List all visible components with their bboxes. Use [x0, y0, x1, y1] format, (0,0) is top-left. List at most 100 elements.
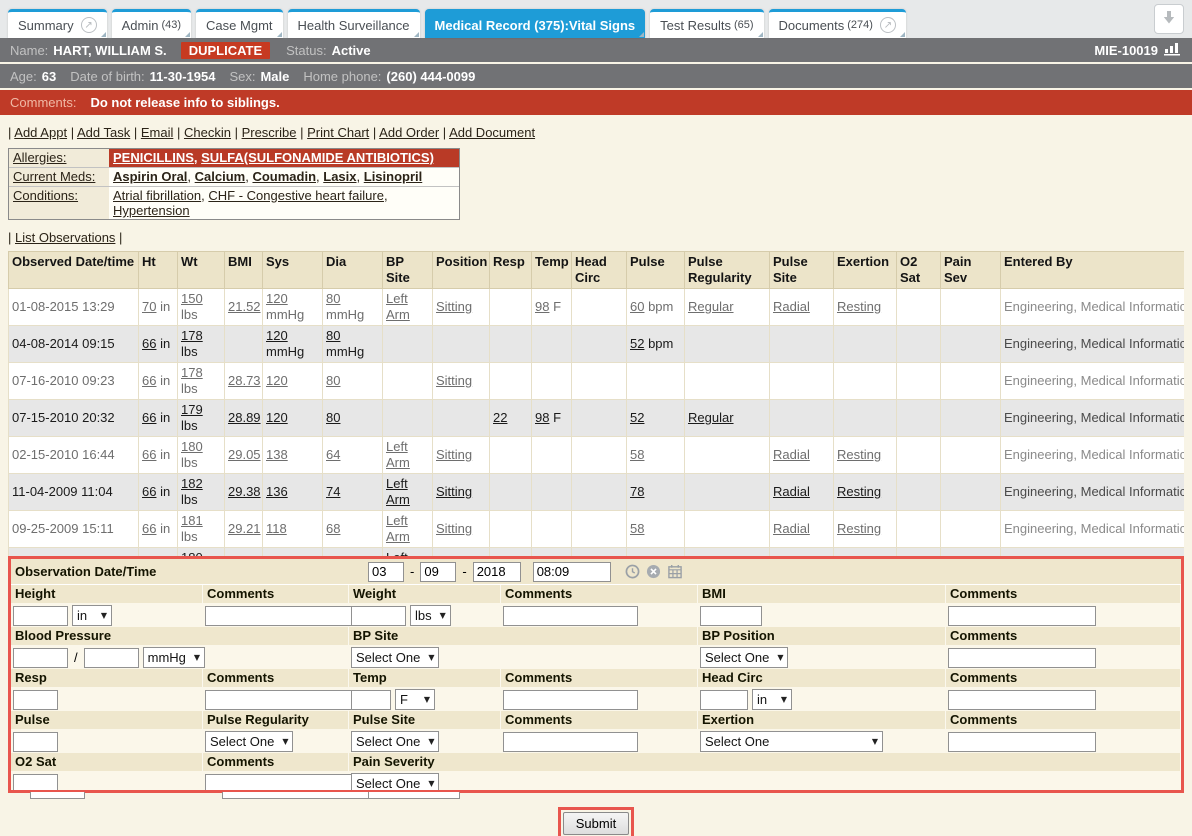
pain-severity-select-clipped[interactable] [368, 792, 460, 799]
dia-link[interactable]: 80 [326, 328, 340, 343]
tab-health-surveillance[interactable]: Health Surveillance [288, 9, 420, 38]
ht-link[interactable]: 70 [142, 299, 156, 314]
pulse-link[interactable]: 52 [630, 336, 644, 351]
pulse-comments-input[interactable] [503, 732, 638, 752]
dia-link[interactable]: 74 [326, 484, 340, 499]
summary-item-lasix[interactable]: Lasix [323, 169, 356, 184]
summary-item-lisinopril[interactable]: Lisinopril [364, 169, 423, 184]
weight-comments-input[interactable] [503, 606, 638, 626]
date-month-input[interactable] [368, 562, 404, 582]
position-link[interactable]: Sitting [436, 299, 472, 314]
dia-link[interactable]: 80 [326, 373, 340, 388]
bp-site-link[interactable]: Left Arm [386, 513, 410, 544]
action-link-add-task[interactable]: Add Task [77, 125, 130, 140]
calendar-icon[interactable] [667, 564, 683, 579]
tab-admin[interactable]: Admin(43) [112, 9, 191, 38]
pulse-site-link[interactable]: Radial [773, 447, 810, 462]
sys-link[interactable]: 120 [266, 291, 288, 306]
action-link-add-order[interactable]: Add Order [379, 125, 439, 140]
height-input[interactable] [13, 606, 68, 626]
summary-item-hypertension[interactable]: Hypertension [113, 203, 190, 218]
bp-site-link[interactable]: Left Arm [386, 550, 410, 556]
summary-item-calcium[interactable]: Calcium [195, 169, 246, 184]
position-link[interactable]: Sitting [436, 373, 472, 388]
bp-systolic-input[interactable] [13, 648, 68, 668]
weight-unit-select[interactable]: lbs▼ [410, 605, 451, 626]
bmi-link[interactable]: 28.73 [228, 373, 261, 388]
action-link-print-chart[interactable]: Print Chart [307, 125, 369, 140]
exertion-comments-input[interactable] [948, 732, 1096, 752]
date-year-input[interactable] [473, 562, 521, 582]
action-link-checkin[interactable]: Checkin [184, 125, 231, 140]
sys-link[interactable]: 136 [266, 484, 288, 499]
head-circ-comments-input[interactable] [948, 690, 1096, 710]
pulse-link[interactable]: 52 [630, 410, 644, 425]
bmi-link[interactable]: 29.38 [228, 484, 261, 499]
sys-link[interactable]: 138 [266, 447, 288, 462]
pulse-regularity-link[interactable]: Regular [688, 410, 734, 425]
pulse-regularity-select[interactable]: Select One▼ [205, 731, 293, 752]
wt-link[interactable]: 179 [181, 402, 203, 417]
resp-comments-input[interactable] [205, 690, 360, 710]
pulse-site-select[interactable]: Select One▼ [351, 731, 439, 752]
bmi-input[interactable] [700, 606, 762, 626]
pulse-site-link[interactable]: Radial [773, 521, 810, 536]
tab-test-results[interactable]: Test Results(65) [650, 9, 763, 38]
exertion-link[interactable]: Resting [837, 299, 881, 314]
bmi-link[interactable]: 28.89 [228, 410, 261, 425]
clock-icon[interactable] [625, 564, 640, 579]
sys-link[interactable]: 120 [266, 328, 288, 343]
sys-link[interactable]: 118 [266, 521, 287, 536]
wt-link[interactable]: 181 [181, 513, 203, 528]
chart-icon[interactable] [1164, 41, 1182, 59]
exertion-select[interactable]: Select One▼ [700, 731, 883, 752]
current-meds-link[interactable]: Current Meds: [13, 169, 95, 184]
summary-item-coumadin[interactable]: Coumadin [252, 169, 316, 184]
pain-severity-select[interactable]: Select One▼ [351, 773, 439, 790]
bp-site-link[interactable]: Left Arm [386, 439, 410, 470]
tab-case-mgmt[interactable]: Case Mgmt [196, 9, 282, 38]
clear-icon[interactable] [646, 564, 661, 579]
position-link[interactable]: Sitting [436, 484, 472, 499]
summary-item-chf-congestive-heart-failure[interactable]: CHF - Congestive heart failure [208, 188, 384, 203]
resp-input[interactable] [13, 690, 58, 710]
bmi-comments-input[interactable] [948, 606, 1096, 626]
position-link[interactable]: Sitting [436, 447, 472, 462]
height-comments-input[interactable] [205, 606, 360, 626]
o2-sat-input[interactable] [13, 774, 58, 791]
duplicate-badge[interactable]: DUPLICATE [181, 42, 270, 59]
tab-summary[interactable]: Summary↗ [8, 9, 107, 38]
action-link-add-document[interactable]: Add Document [449, 125, 535, 140]
pulse-site-link[interactable]: Radial [773, 299, 810, 314]
head-circ-unit-select[interactable]: in▼ [752, 689, 792, 710]
external-link-icon[interactable]: ↗ [81, 17, 97, 33]
resp-link[interactable]: 22 [493, 410, 507, 425]
external-link-icon[interactable]: ↗ [880, 17, 896, 33]
exertion-link[interactable]: Resting [837, 484, 881, 499]
wt-link[interactable]: 180 [181, 550, 203, 556]
tab-medical-record-375-vital-signs[interactable]: Medical Record (375):Vital Signs [425, 9, 646, 38]
ht-link[interactable]: 66 [142, 373, 156, 388]
height-unit-select[interactable]: in▼ [72, 605, 112, 626]
position-link[interactable]: Sitting [436, 521, 472, 536]
bmi-link[interactable]: 21.52 [228, 299, 261, 314]
temp-unit-select[interactable]: F▼ [395, 689, 435, 710]
o2-sat-input-clipped[interactable] [30, 792, 85, 799]
pulse-input[interactable] [13, 732, 58, 752]
ht-link[interactable]: 66 [142, 447, 156, 462]
temp-comments-input[interactable] [503, 690, 638, 710]
dia-link[interactable]: 68 [326, 521, 340, 536]
temp-link[interactable]: 98 [535, 410, 549, 425]
wt-link[interactable]: 150 [181, 291, 203, 306]
pulse-site-link[interactable]: Radial [773, 484, 810, 499]
wt-link[interactable]: 180 [181, 439, 203, 454]
ht-link[interactable]: 66 [142, 410, 156, 425]
date-day-input[interactable] [420, 562, 456, 582]
bp-site-link[interactable]: Left Arm [386, 291, 410, 322]
bmi-link[interactable]: 29.21 [228, 521, 261, 536]
action-link-email[interactable]: Email [141, 125, 174, 140]
exertion-link[interactable]: Resting [837, 521, 881, 536]
weight-input[interactable] [351, 606, 406, 626]
wt-link[interactable]: 182 [181, 476, 203, 491]
summary-item-aspirin-oral[interactable]: Aspirin Oral [113, 169, 187, 184]
